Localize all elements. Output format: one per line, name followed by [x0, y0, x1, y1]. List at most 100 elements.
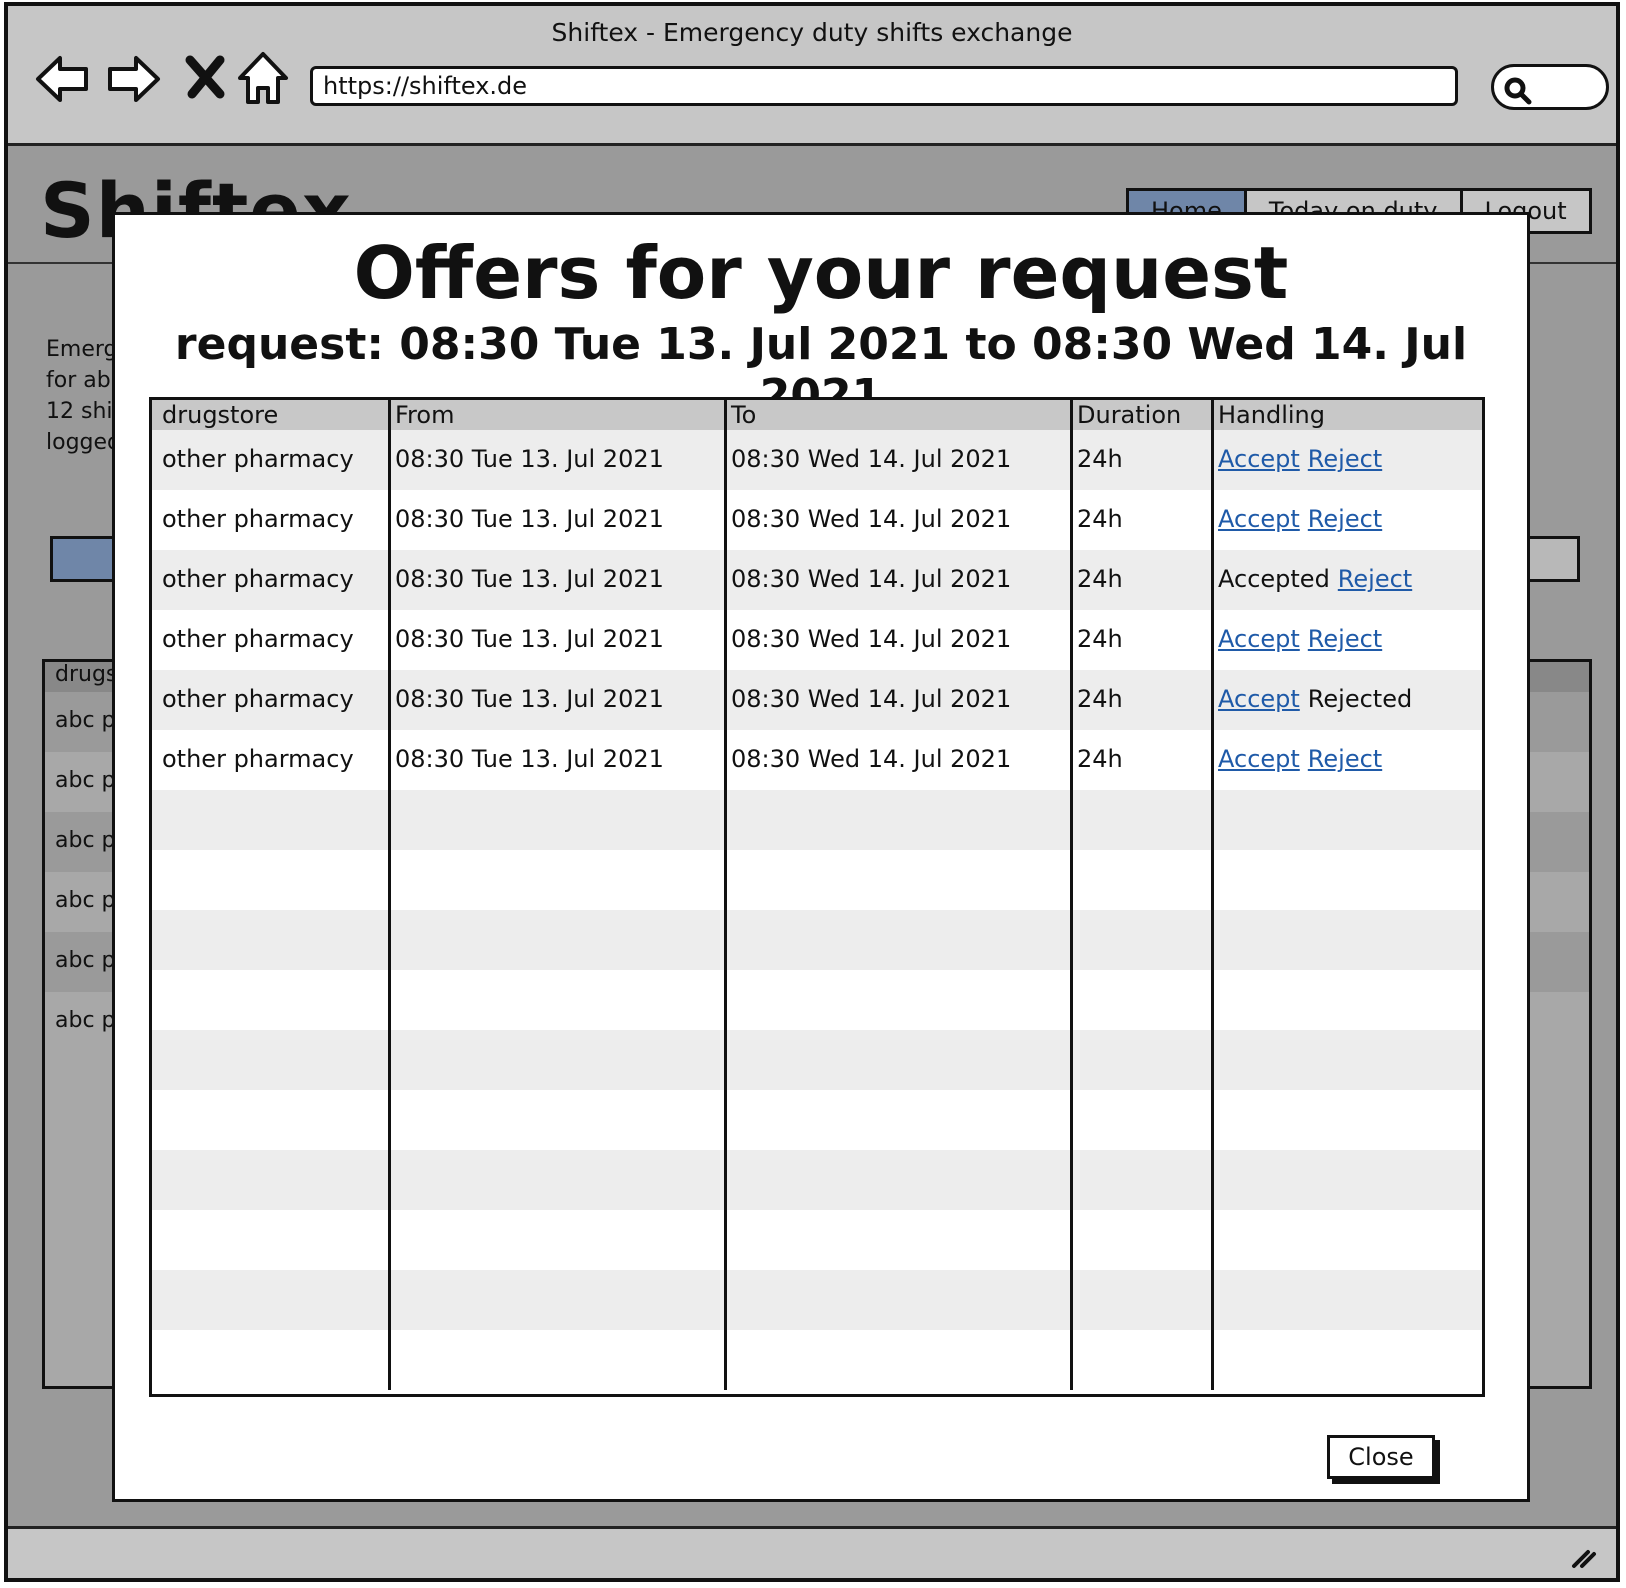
- cell-from: 08:30 Tue 13. Jul 2021: [388, 490, 724, 550]
- column-header-from: From: [388, 400, 724, 430]
- cell-handling: Accept Reject: [1211, 730, 1482, 790]
- cell-duration: [1070, 1090, 1211, 1150]
- cell-duration: [1070, 1150, 1211, 1210]
- rejected-status: Rejected: [1307, 685, 1413, 713]
- browser-status-bar: [8, 1526, 1616, 1578]
- column-header-to: To: [724, 400, 1070, 430]
- reject-link[interactable]: Reject: [1308, 505, 1382, 533]
- accept-link[interactable]: Accept: [1218, 445, 1300, 473]
- cell-handling: [1211, 910, 1482, 970]
- column-header-drugstore: drugstore: [162, 401, 279, 429]
- cell-to: [724, 1090, 1070, 1150]
- reject-link[interactable]: Reject: [1338, 565, 1412, 593]
- cell-handling: Accept Reject: [1211, 610, 1482, 670]
- cell-handling: Accepted Reject: [1211, 550, 1482, 610]
- cell-from: [388, 910, 724, 970]
- empty-table-row: [152, 850, 1482, 910]
- cell-drugstore: [152, 790, 388, 850]
- cell-drugstore: other pharmacy: [162, 625, 354, 653]
- column-header-duration: Duration: [1070, 400, 1211, 430]
- forward-arrow-icon[interactable]: [104, 50, 162, 108]
- cell-from: [388, 1030, 724, 1090]
- resize-grip-icon[interactable]: [1568, 1540, 1598, 1570]
- cell-duration: 24h: [1070, 610, 1211, 670]
- cell-from: [388, 790, 724, 850]
- cell-duration: [1070, 1270, 1211, 1330]
- accept-link[interactable]: Accept: [1218, 745, 1300, 773]
- empty-table-row: [152, 1210, 1482, 1270]
- cell-to: 08:30 Wed 14. Jul 2021: [724, 670, 1070, 730]
- cell-from: [388, 1090, 724, 1150]
- intro-line: logged: [46, 430, 122, 455]
- cell-duration: 24h: [1070, 490, 1211, 550]
- empty-table-row: [152, 1030, 1482, 1090]
- cell-from: [388, 1150, 724, 1210]
- table-row: other pharmacy 08:30 Tue 13. Jul 2021 08:3…: [152, 610, 1482, 670]
- cell-handling: [1211, 1270, 1482, 1330]
- cell-duration: [1070, 970, 1211, 1030]
- cell-duration: [1070, 1210, 1211, 1270]
- table-row: other pharmacy 08:30 Tue 13. Jul 2021 08:3…: [152, 550, 1482, 610]
- cell-to: 08:30 Wed 14. Jul 2021: [724, 430, 1070, 490]
- cell-drugstore: [152, 850, 388, 910]
- cell-handling: [1211, 790, 1482, 850]
- window-title: Shiftex - Emergency duty shifts exchange: [551, 18, 1073, 47]
- cell-to: [724, 1150, 1070, 1210]
- cell-from: [388, 1210, 724, 1270]
- accept-link[interactable]: Accept: [1218, 625, 1300, 653]
- table-body: other pharmacy 08:30 Tue 13. Jul 2021 08:3…: [152, 430, 1482, 1390]
- cell-to: [724, 850, 1070, 910]
- empty-table-row: [152, 970, 1482, 1030]
- intro-line: 12 shi: [46, 399, 113, 424]
- stop-icon[interactable]: [180, 50, 238, 108]
- accept-link[interactable]: Accept: [1218, 685, 1300, 713]
- cell-drugstore: [152, 1330, 388, 1390]
- cell-from: 08:30 Tue 13. Jul 2021: [388, 430, 724, 490]
- table-row: other pharmacy 08:30 Tue 13. Jul 2021 08:3…: [152, 490, 1482, 550]
- cell-from: 08:30 Tue 13. Jul 2021: [388, 730, 724, 790]
- back-arrow-icon[interactable]: [34, 50, 92, 108]
- reject-link[interactable]: Reject: [1308, 745, 1382, 773]
- cell-to: [724, 1270, 1070, 1330]
- close-button[interactable]: Close: [1327, 1435, 1435, 1479]
- home-icon[interactable]: [234, 50, 292, 108]
- cell-to: [724, 1210, 1070, 1270]
- browser-chrome: Shiftex - Emergency duty shifts exchange…: [8, 6, 1616, 146]
- cell-to: [724, 1330, 1070, 1390]
- cell-duration: [1070, 1330, 1211, 1390]
- accepted-status: Accepted: [1218, 565, 1330, 593]
- table-header-row: drugstore From To Duration Handling: [152, 400, 1482, 430]
- cell-from: 08:30 Tue 13. Jul 2021: [388, 670, 724, 730]
- empty-table-row: [152, 1090, 1482, 1150]
- cell-drugstore: [152, 1150, 388, 1210]
- cell-drugstore: [152, 970, 388, 1030]
- reject-link[interactable]: Reject: [1308, 625, 1382, 653]
- cell-drugstore: [152, 1030, 388, 1090]
- empty-table-row: [152, 1150, 1482, 1210]
- cell-handling: [1211, 1030, 1482, 1090]
- cell-duration: 24h: [1070, 550, 1211, 610]
- table-row: other pharmacy 08:30 Tue 13. Jul 2021 08:3…: [152, 670, 1482, 730]
- cell-to: 08:30 Wed 14. Jul 2021: [724, 730, 1070, 790]
- cell-to: 08:30 Wed 14. Jul 2021: [724, 610, 1070, 670]
- cell-from: [388, 1330, 724, 1390]
- accept-link[interactable]: Accept: [1218, 505, 1300, 533]
- cell-to: [724, 910, 1070, 970]
- cell-to: [724, 1030, 1070, 1090]
- intro-text: Emerg for ab 12 shi logged: [46, 334, 121, 458]
- cell-handling: Accept Reject: [1211, 430, 1482, 490]
- cell-from: [388, 850, 724, 910]
- cell-drugstore: other pharmacy: [162, 565, 354, 593]
- cell-drugstore: [152, 1270, 388, 1330]
- cell-handling: Accept Reject: [1211, 490, 1482, 550]
- intro-line: Emerg: [46, 337, 118, 362]
- intro-line: for ab: [46, 368, 111, 393]
- cell-handling: [1211, 850, 1482, 910]
- cell-to: [724, 790, 1070, 850]
- reject-link[interactable]: Reject: [1308, 445, 1382, 473]
- cell-duration: [1070, 910, 1211, 970]
- address-bar[interactable]: https://shiftex.de: [310, 66, 1458, 106]
- cell-from: [388, 1270, 724, 1330]
- browser-search-field[interactable]: [1491, 64, 1609, 110]
- cell-to: 08:30 Wed 14. Jul 2021: [724, 490, 1070, 550]
